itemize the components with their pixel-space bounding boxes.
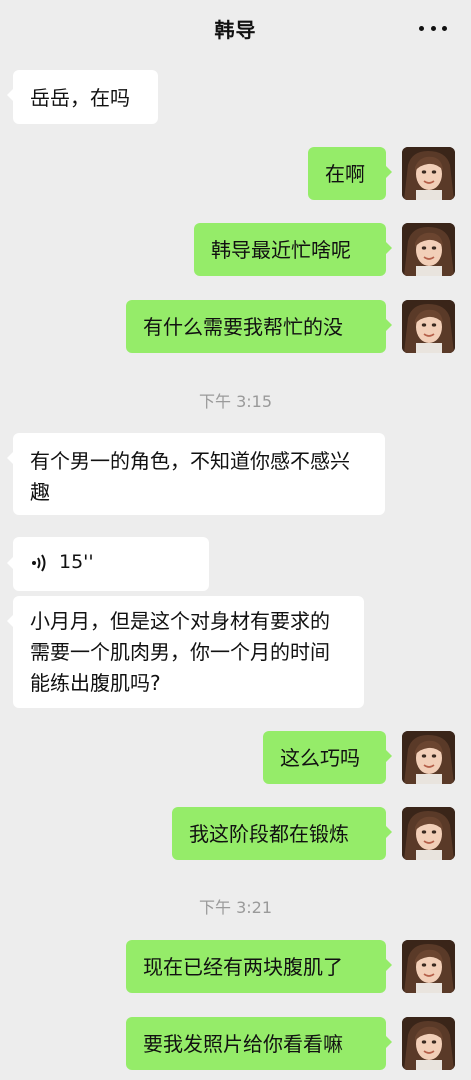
user-avatar[interactable] xyxy=(402,807,455,860)
timestamp: 下午 3:21 xyxy=(198,898,273,917)
incoming-message[interactable]: 有个男一的角色，不知道你感不感兴趣 xyxy=(7,433,385,515)
user-avatar[interactable] xyxy=(402,300,455,353)
message-text: 要我发照片给你看看嘛 xyxy=(143,1032,343,1056)
user-avatar[interactable] xyxy=(402,731,455,784)
dot xyxy=(419,25,424,31)
user-avatar[interactable] xyxy=(402,1017,455,1070)
outgoing-message[interactable]: 韩导最近忙啥呢 xyxy=(194,223,392,276)
message-text: 现在已经有两块腹肌了 xyxy=(143,955,343,979)
outgoing-message[interactable]: 在啊 xyxy=(308,147,392,200)
user-avatar[interactable] xyxy=(402,940,455,993)
message-text: 有什么需要我帮忙的没 xyxy=(143,315,343,339)
dot xyxy=(442,25,447,31)
message-text: 有个男一的角色，不知道你感不感兴趣 xyxy=(30,449,350,504)
message-text: 我这阶段都在锻炼 xyxy=(189,822,349,846)
outgoing-message[interactable]: 这么巧吗 xyxy=(263,731,392,784)
user-avatar[interactable] xyxy=(402,223,455,276)
voice-wave-icon xyxy=(32,554,46,572)
chat-title: 韩导 xyxy=(214,18,257,42)
incoming-message[interactable]: 岳岳，在吗 xyxy=(7,70,158,124)
chat-header: 韩导 xyxy=(0,0,471,58)
message-text: 岳岳，在吗 xyxy=(30,86,130,110)
voice-duration: 15'' xyxy=(59,551,94,573)
message-text: 韩导最近忙啥呢 xyxy=(211,238,351,262)
outgoing-message[interactable]: 有什么需要我帮忙的没 xyxy=(126,300,392,353)
more-dots-icon[interactable] xyxy=(419,24,447,32)
incoming-message[interactable]: 小月月，但是这个对身材有要求的需要一个肌肉男，你一个月的时间能练出腹肌吗? xyxy=(7,596,364,708)
message-text: 在啊 xyxy=(325,162,365,186)
voice-message[interactable]: 15'' xyxy=(7,537,209,591)
outgoing-message[interactable]: 现在已经有两块腹肌了 xyxy=(126,940,392,993)
message-text: 这么巧吗 xyxy=(280,746,360,770)
dot xyxy=(430,25,436,31)
outgoing-message[interactable]: 我这阶段都在锻炼 xyxy=(172,807,392,860)
timestamp: 下午 3:15 xyxy=(198,392,273,411)
outgoing-message[interactable]: 要我发照片给你看看嘛 xyxy=(126,1017,392,1070)
user-avatar[interactable] xyxy=(402,147,455,200)
message-text: 小月月，但是这个对身材有要求的需要一个肌肉男，你一个月的时间能练出腹肌吗? xyxy=(30,609,330,695)
